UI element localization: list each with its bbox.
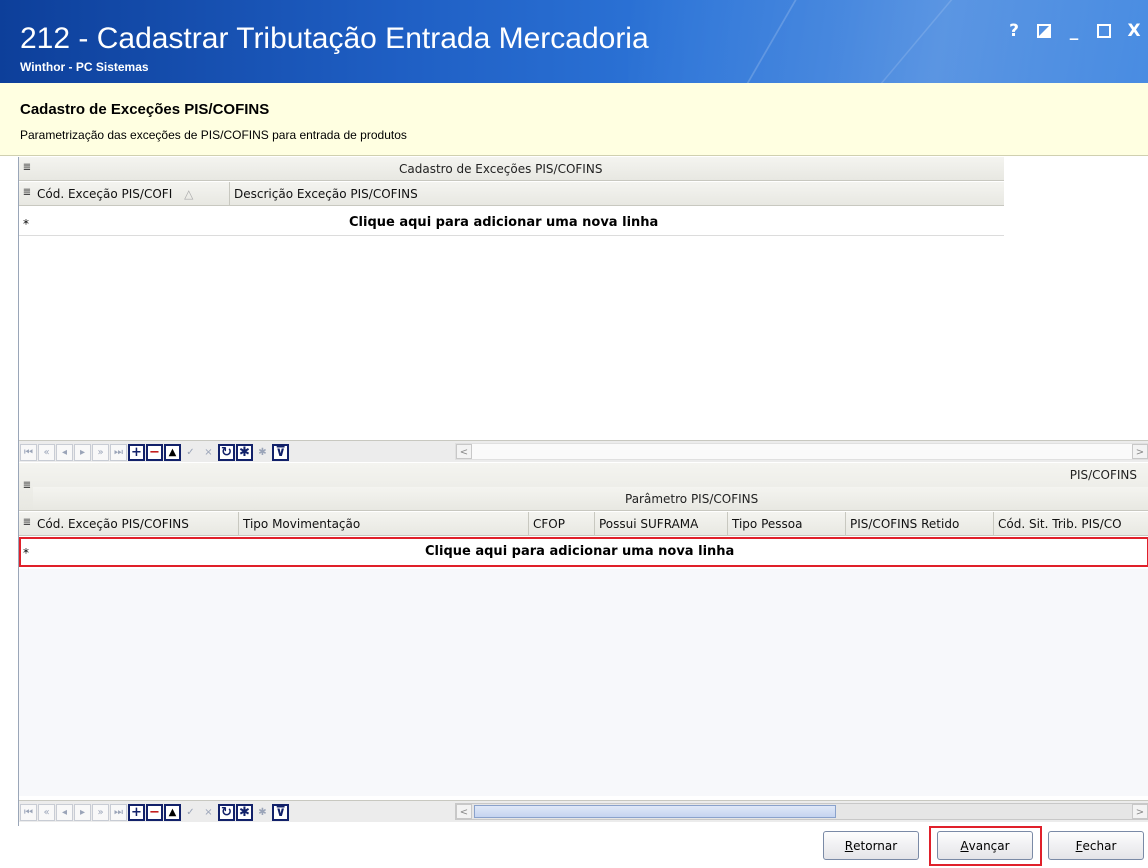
cancel-icon[interactable]: ×	[200, 444, 217, 461]
delete-icon[interactable]: −	[146, 804, 163, 821]
retornar-button[interactable]: Retornar	[823, 831, 919, 860]
prev-record-icon[interactable]: ◂	[56, 804, 73, 821]
clear-filter-icon[interactable]: ✱	[254, 804, 271, 821]
page-title: Cadastro de Exceções PIS/COFINS	[20, 101, 270, 118]
grid2-col-codigo[interactable]: Cód. Exceção PIS/COFINS	[33, 512, 239, 536]
scroll-left-icon[interactable]: <	[456, 444, 472, 459]
last-record-icon[interactable]: ⏭	[110, 444, 127, 461]
clear-filter-icon[interactable]: ✱	[254, 444, 271, 461]
edit-icon[interactable]: ▲	[164, 444, 181, 461]
grid1-header-row: ≣ Cód. Exceção PIS/COFI △ Descrição Exce…	[19, 182, 1004, 206]
new-row-highlight	[19, 537, 1148, 567]
prev-page-icon[interactable]: «	[38, 804, 55, 821]
grid2-right-caption: PIS/COFINS	[1069, 468, 1137, 482]
filter-icon[interactable]: ✱	[236, 804, 253, 821]
window-title: 212 - Cadastrar Tributação Entrada Merca…	[20, 22, 649, 55]
first-record-icon[interactable]: ⏮	[20, 804, 37, 821]
edit-icon[interactable]: ▲	[164, 804, 181, 821]
grid1-nav-buttons: ⏮ « ◂ ▸ » ⏭ + − ▲ ✓ × ↻ ✱ ✱ ⊽	[20, 444, 289, 461]
scroll-thumb[interactable]	[474, 805, 836, 818]
close-icon[interactable]: X	[1126, 21, 1142, 41]
delete-icon[interactable]: −	[146, 444, 163, 461]
next-record-icon[interactable]: ▸	[74, 804, 91, 821]
grid2-navigator: ⏮ « ◂ ▸ » ⏭ + − ▲ ✓ × ↻ ✱ ✱ ⊽ < >	[19, 800, 1148, 822]
fechar-button[interactable]: Fechar	[1048, 831, 1144, 860]
insert-icon[interactable]: +	[128, 804, 145, 821]
window-controls: ? _ X	[1006, 21, 1142, 41]
filter-icon[interactable]: ✱	[236, 444, 253, 461]
grid1-new-row[interactable]: * Clique aqui para adicionar uma nova li…	[19, 211, 1004, 236]
refresh-icon[interactable]: ↻	[218, 804, 235, 821]
next-record-icon[interactable]: ▸	[74, 444, 91, 461]
header-panel: Cadastro de Exceções PIS/COFINS Parametr…	[0, 83, 1148, 156]
help-icon[interactable]: ?	[1006, 21, 1022, 41]
refresh-icon[interactable]: ↻	[218, 444, 235, 461]
retornar-accel: R	[844, 838, 854, 853]
prev-record-icon[interactable]: ◂	[56, 444, 73, 461]
grid2-menu-icon[interactable]: ≣	[21, 480, 33, 491]
title-bar: 212 - Cadastrar Tributação Entrada Merca…	[0, 0, 1148, 83]
restore-alt-icon[interactable]	[1036, 22, 1052, 40]
next-page-icon[interactable]: »	[92, 444, 109, 461]
grid2-columns-icon[interactable]: ≣	[21, 517, 33, 528]
grid2-col-sit-trib[interactable]: Cód. Sit. Trib. PIS/CO	[994, 512, 1148, 536]
grid2-caption-row: Parâmetro PIS/COFINS	[33, 487, 1148, 511]
funnel-icon[interactable]: ⊽	[272, 444, 289, 461]
grid1-col-descricao[interactable]: Descrição Exceção PIS/COFINS	[230, 182, 470, 206]
grid2-col-suframa[interactable]: Possui SUFRAMA	[595, 512, 728, 536]
grid2-col-cfop[interactable]: CFOP	[529, 512, 595, 536]
fechar-label: echar	[1082, 838, 1117, 853]
grid2-header-row: ≣ Cód. Exceção PIS/COFINS Tipo Movimenta…	[19, 512, 1148, 536]
grid1-new-row-text[interactable]: Clique aqui para adicionar uma nova linh…	[349, 215, 658, 230]
grid2-nav-buttons: ⏮ « ◂ ▸ » ⏭ + − ▲ ✓ × ↻ ✱ ✱ ⊽	[20, 804, 289, 821]
grid1-col-codigo-label: Cód. Exceção PIS/COFI	[37, 187, 173, 201]
grid2-body	[19, 569, 1148, 796]
grid2-hscrollbar[interactable]: < >	[455, 803, 1148, 820]
cancel-icon[interactable]: ×	[200, 804, 217, 821]
post-icon[interactable]: ✓	[182, 804, 199, 821]
last-record-icon[interactable]: ⏭	[110, 804, 127, 821]
grid1-body	[19, 237, 1004, 434]
next-page-icon[interactable]: »	[92, 804, 109, 821]
post-icon[interactable]: ✓	[182, 444, 199, 461]
scroll-right-icon[interactable]: >	[1132, 804, 1148, 819]
grid2-col-tipo-mov[interactable]: Tipo Movimentação	[239, 512, 529, 536]
grid1-caption-row: ≣ Cadastro de Exceções PIS/COFINS	[19, 157, 1004, 181]
grid1-hscrollbar[interactable]: < >	[455, 443, 1148, 460]
retornar-label: etornar	[853, 838, 898, 853]
grid1-columns-icon[interactable]: ≣	[21, 187, 33, 198]
maximize-icon[interactable]	[1096, 22, 1112, 40]
grid1-caption: Cadastro de Exceções PIS/COFINS	[399, 162, 603, 176]
grid1-col-codigo[interactable]: Cód. Exceção PIS/COFI △	[33, 182, 230, 206]
grid1-navigator: ⏮ « ◂ ▸ » ⏭ + − ▲ ✓ × ↻ ✱ ✱ ⊽ < >	[19, 440, 1148, 462]
new-row-marker: *	[23, 217, 29, 231]
grids-frame: ≣ Cadastro de Exceções PIS/COFINS ≣ Cód.…	[18, 157, 1148, 850]
grid1-menu-icon[interactable]: ≣	[21, 162, 33, 173]
grid2-caption: Parâmetro PIS/COFINS	[625, 492, 759, 506]
avancar-highlight	[929, 826, 1042, 866]
prev-page-icon[interactable]: «	[38, 444, 55, 461]
sort-asc-icon: △	[184, 187, 194, 201]
grid2-col-retido[interactable]: PIS/COFINS Retido	[846, 512, 994, 536]
insert-icon[interactable]: +	[128, 444, 145, 461]
grid2-col-tipo-pessoa[interactable]: Tipo Pessoa	[728, 512, 846, 536]
scroll-right-icon[interactable]: >	[1132, 444, 1148, 459]
button-bar: Retornar Avançar Fechar	[0, 826, 1148, 868]
first-record-icon[interactable]: ⏮	[20, 444, 37, 461]
window-subtitle: Winthor - PC Sistemas	[20, 60, 149, 74]
page-description: Parametrização das exceções de PIS/COFIN…	[20, 128, 407, 142]
fechar-accel: F	[1075, 838, 1083, 853]
scroll-left-icon[interactable]: <	[456, 804, 472, 819]
funnel-icon[interactable]: ⊽	[272, 804, 289, 821]
minimize-icon[interactable]: _	[1066, 21, 1082, 41]
